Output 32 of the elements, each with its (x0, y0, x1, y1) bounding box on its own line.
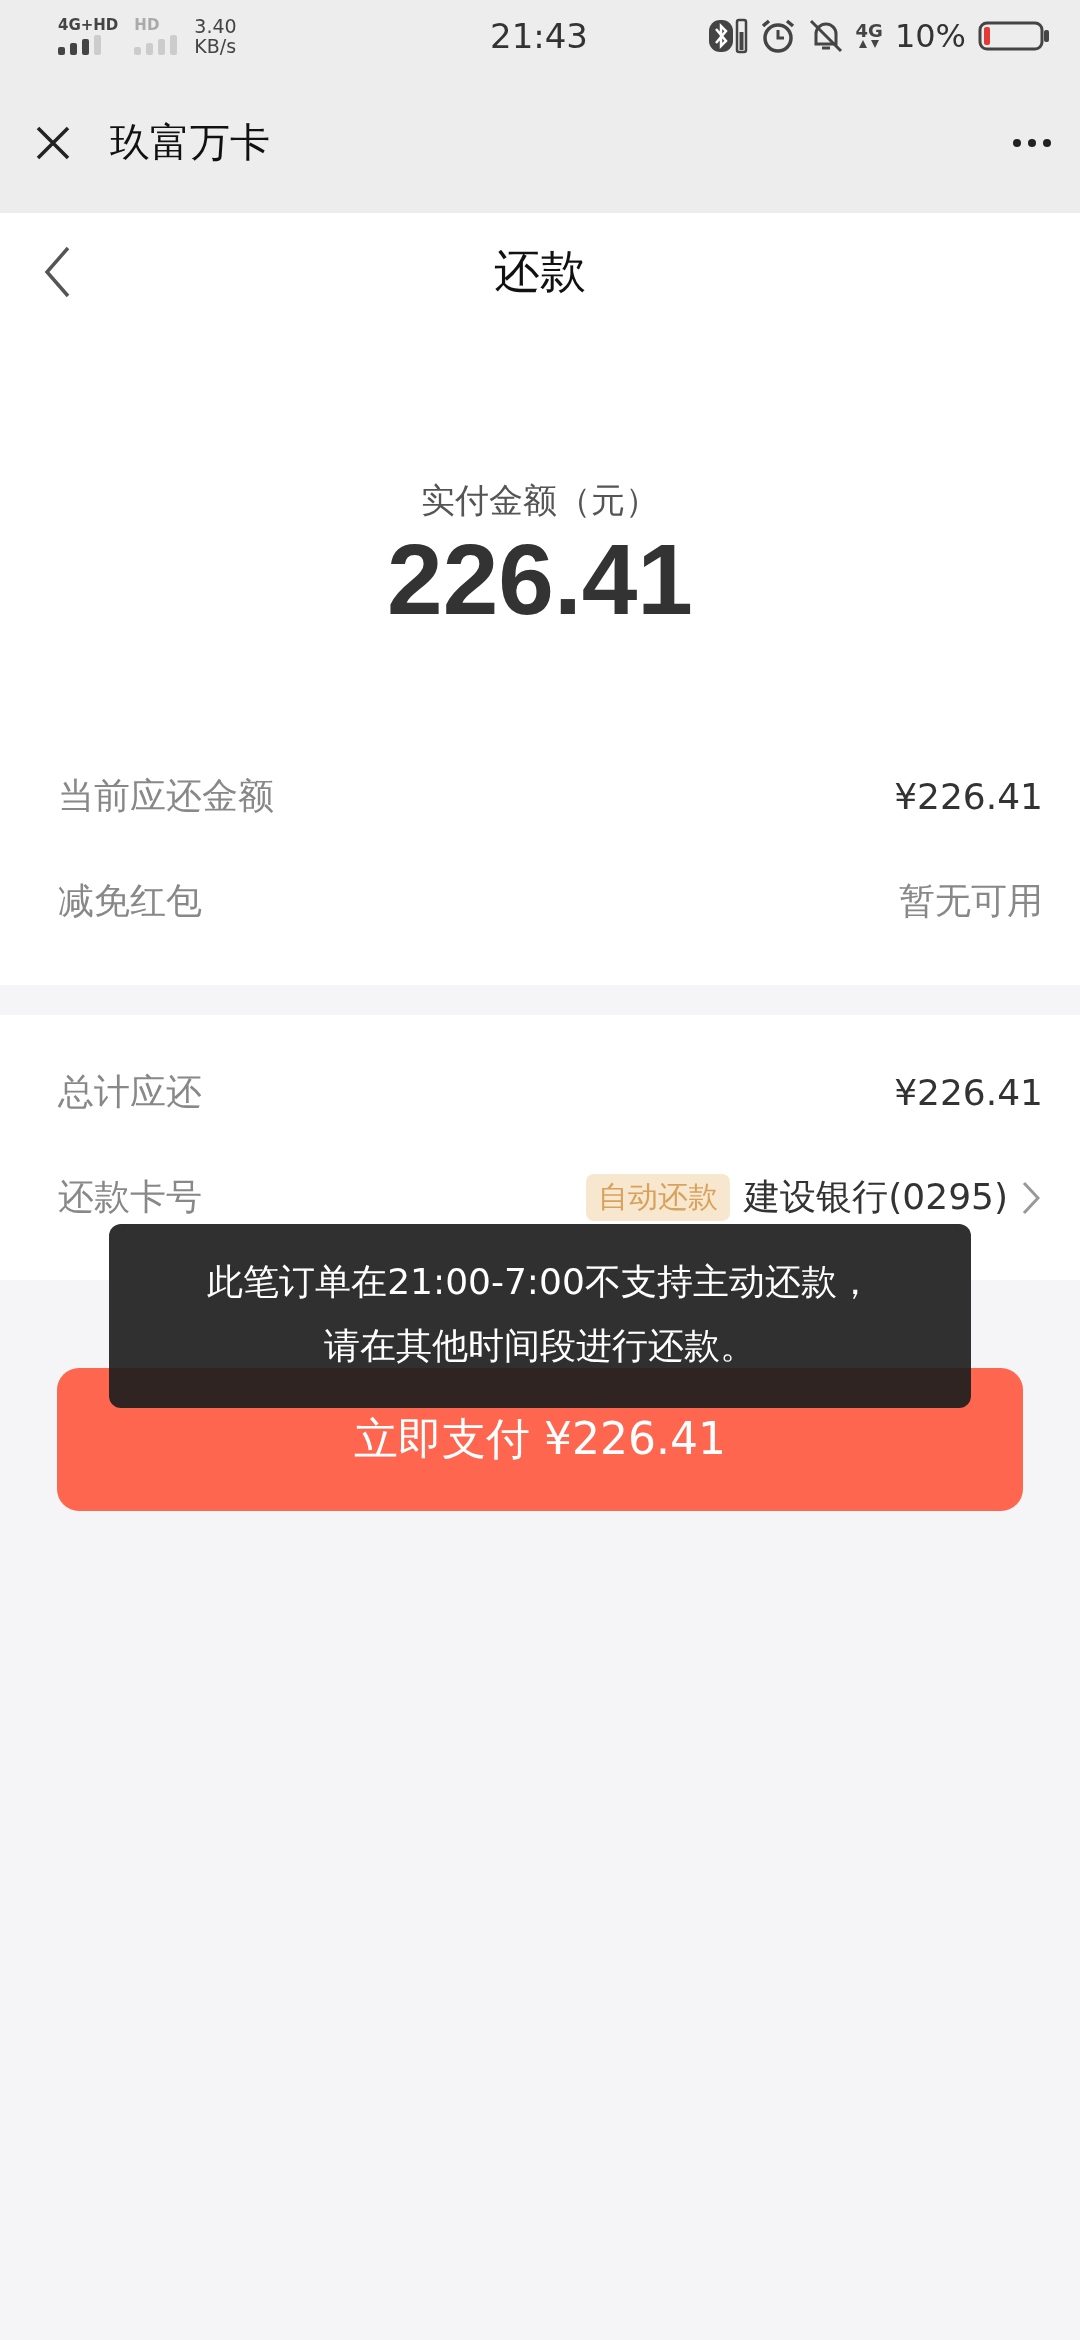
amount-value: 226.41 (387, 524, 693, 634)
row-value: 暂无可用 (899, 879, 1043, 923)
bluetooth-icon (707, 18, 748, 54)
alarm-icon (759, 18, 796, 54)
mini-app-title: 玖富万卡 (110, 118, 271, 167)
bank-card[interactable]: 建设银行(0295) (744, 1173, 1008, 1222)
page-title: 还款 (494, 242, 586, 300)
signal-icon (58, 35, 102, 55)
auto-repay-tag: 自动还款 (586, 1174, 731, 1221)
more-icon[interactable] (1012, 137, 1052, 148)
speed-unit: KB/s (194, 36, 237, 56)
network-speed: 3.40 (194, 16, 237, 36)
battery-icon (978, 21, 1050, 51)
amount-label: 实付金额（元） (421, 479, 659, 522)
network-label: 4G+HD (58, 17, 119, 33)
network-label: HD (134, 17, 161, 33)
signal-icon (134, 35, 179, 55)
clock: 21:43 (490, 16, 588, 56)
row-label: 还款卡号 (58, 1175, 202, 1219)
row-value: ¥226.41 (894, 776, 1043, 817)
mute-icon (807, 18, 844, 54)
data-arrows-icon (858, 39, 881, 49)
row-value: ¥226.41 (894, 1072, 1043, 1113)
network-label: 4G (855, 23, 883, 39)
chevron-right-icon (1022, 1180, 1040, 1215)
row-label: 减免红包 (58, 879, 202, 923)
back-icon[interactable] (44, 245, 70, 298)
row-label: 当前应还金额 (58, 774, 274, 818)
repay-time-toast: 此笔订单在21:00-7:00不支持主动还款，请在其他时间段进行还款。 (109, 1224, 971, 1408)
close-icon[interactable] (36, 125, 70, 160)
row-label: 总计应还 (58, 1070, 202, 1114)
battery-percentage: 10% (894, 17, 966, 55)
